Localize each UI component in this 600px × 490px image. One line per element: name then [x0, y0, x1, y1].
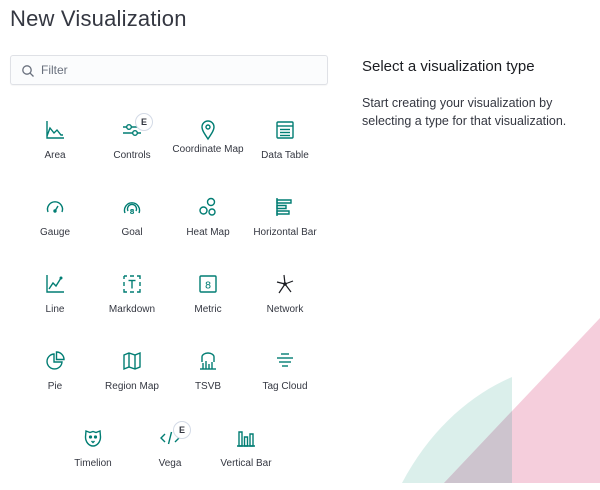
horizontal-bar-icon	[274, 196, 296, 218]
vis-type-label: Vertical Bar	[220, 458, 272, 469]
vis-type-label: Data Table	[261, 150, 309, 161]
metric-icon: 8	[197, 273, 219, 295]
vertical-bar-icon	[235, 427, 257, 449]
vis-type-metric[interactable]: 8 Metric	[170, 266, 246, 336]
vis-type-label: Metric	[194, 304, 222, 315]
vis-type-label: Controls	[113, 150, 151, 161]
vis-type-timelion[interactable]: Timelion	[55, 420, 131, 490]
side-panel-title: Select a visualization type	[362, 58, 535, 75]
page-title: New Visualization	[10, 6, 187, 31]
network-icon	[274, 273, 296, 295]
svg-text:8: 8	[205, 281, 211, 292]
filter-input[interactable]	[41, 56, 321, 84]
filter-field[interactable]	[10, 55, 328, 85]
vis-type-data-table[interactable]: Data Table	[247, 112, 323, 182]
vis-type-pie[interactable]: Pie	[17, 343, 93, 413]
map-pin-icon	[197, 119, 219, 141]
search-icon	[22, 65, 34, 77]
timelion-icon	[82, 427, 104, 449]
vis-type-heat-map[interactable]: Heat Map	[170, 189, 246, 259]
vis-type-label: Line	[45, 304, 65, 315]
pie-chart-icon	[44, 350, 66, 372]
tag-cloud-icon	[274, 350, 296, 372]
vis-type-label: Network	[266, 304, 304, 315]
vis-type-label: Region Map	[105, 381, 159, 392]
experimental-badge: E	[173, 421, 191, 439]
experimental-badge: E	[135, 113, 153, 131]
gauge-icon	[44, 196, 66, 218]
vis-type-label: Area	[44, 150, 66, 161]
vis-type-line[interactable]: Line	[17, 266, 93, 336]
vis-type-vega[interactable]: E Vega	[132, 420, 208, 490]
vis-type-tag-cloud[interactable]: Tag Cloud	[247, 343, 323, 413]
vis-type-label: Gauge	[39, 227, 71, 238]
vis-type-coordinate-map[interactable]: Coordinate Map	[170, 112, 246, 182]
vis-type-network[interactable]: Network	[247, 266, 323, 336]
vis-type-label: Goal	[121, 227, 143, 238]
vis-type-goal[interactable]: 8 Goal	[94, 189, 170, 259]
svg-text:8: 8	[130, 208, 135, 216]
vis-type-markdown[interactable]: Markdown	[94, 266, 170, 336]
data-table-icon	[274, 119, 296, 141]
vis-type-tsvb[interactable]: TSVB	[170, 343, 246, 413]
goal-icon: 8	[121, 196, 143, 216]
vis-type-label: Heat Map	[186, 227, 230, 238]
vis-type-label: Horizontal Bar	[253, 227, 317, 238]
vis-type-gauge[interactable]: Gauge	[17, 189, 93, 259]
markdown-icon	[121, 273, 143, 295]
heat-map-icon	[197, 196, 219, 218]
tsvb-icon	[197, 350, 219, 372]
vis-type-label: Markdown	[108, 304, 156, 315]
vis-type-vertical-bar[interactable]: Vertical Bar	[208, 420, 284, 490]
vis-type-label: Tag Cloud	[262, 381, 308, 392]
line-chart-icon	[44, 273, 66, 295]
area-chart-icon	[44, 119, 66, 141]
vis-type-label: TSVB	[194, 381, 222, 392]
vis-type-label: Vega	[158, 458, 182, 469]
vis-type-label: Coordinate Map	[172, 144, 244, 155]
vis-type-label: Pie	[47, 381, 63, 392]
region-map-icon	[121, 350, 143, 372]
vis-type-controls[interactable]: E Controls	[94, 112, 170, 182]
vis-type-area[interactable]: Area	[17, 112, 93, 182]
vis-type-horizontal-bar[interactable]: Horizontal Bar	[247, 189, 323, 259]
vis-type-label: Timelion	[74, 458, 112, 469]
vis-type-region-map[interactable]: Region Map	[94, 343, 170, 413]
side-panel-description: Start creating your visualization by sel…	[362, 96, 567, 128]
